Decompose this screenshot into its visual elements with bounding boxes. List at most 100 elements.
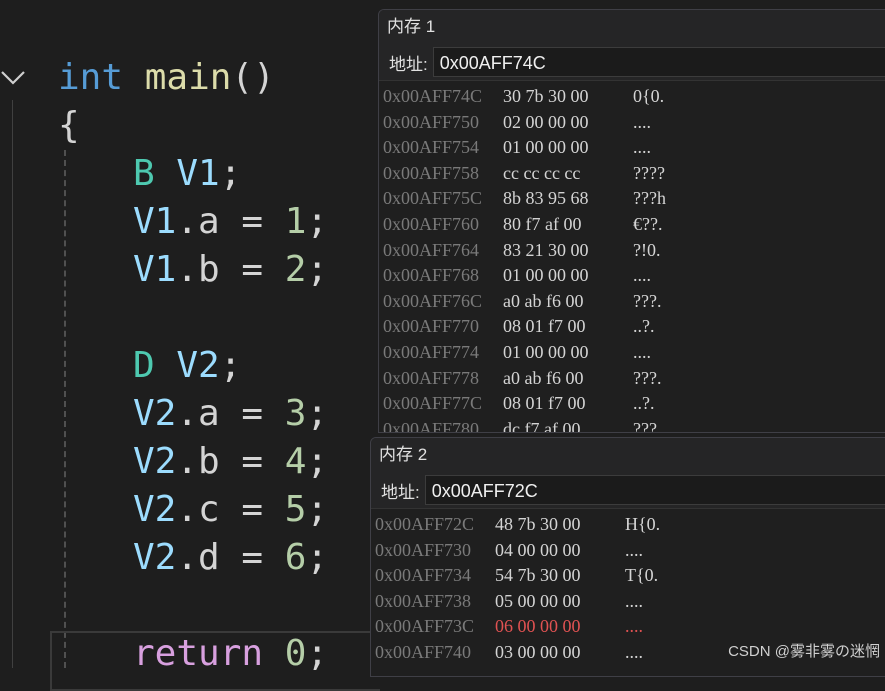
number-literal: 5	[284, 489, 307, 530]
memory-bytes: cc cc cc cc	[503, 162, 581, 183]
memory-address: 0x00AFF780	[383, 418, 480, 433]
memory-bytes: 8b 83 95 68	[503, 188, 589, 209]
code-line-v1a[interactable]: V1.a = 1;	[133, 198, 328, 246]
code-line-v2c[interactable]: V2.c = 5;	[133, 486, 328, 534]
memory-bytes: 03 00 00 00	[495, 641, 581, 662]
memory-row[interactable]: 0x00AFF738 05 00 00 00....	[371, 589, 885, 615]
indent-guide	[64, 150, 66, 668]
memory-bytes: 83 21 30 00	[503, 239, 589, 260]
member-assign: .b =	[176, 249, 285, 290]
code-line-v2d[interactable]: V2.d = 6;	[133, 534, 328, 582]
memory-row[interactable]: 0x00AFF768 01 00 00 00....	[379, 263, 885, 289]
member-assign: .b =	[176, 441, 285, 482]
memory-row[interactable]: 0x00AFF764 83 21 30 00 ?!0.	[379, 238, 885, 264]
memory-row[interactable]: 0x00AFF760 80 f7 af 00 €??.	[379, 212, 885, 238]
semicolon: ;	[306, 201, 329, 242]
variable-name: V1	[176, 153, 220, 194]
semicolon: ;	[306, 489, 329, 530]
memory-ascii: ????	[633, 162, 665, 183]
memory-ascii: ....	[633, 137, 651, 158]
memory-row[interactable]: 0x00AFF754 01 00 00 00....	[379, 135, 885, 161]
memory-ascii: ....	[625, 590, 643, 611]
memory-address: 0x00AFF754	[383, 137, 480, 158]
member-assign: .a =	[176, 393, 285, 434]
memory-ascii: €??.	[633, 213, 663, 234]
memory-bytes: 02 00 00 00	[503, 111, 589, 132]
memory-row[interactable]: 0x00AFF734 54 7b 30 00 T{0.	[371, 563, 885, 589]
memory-bytes: 01 00 00 00	[503, 265, 589, 286]
chevron-down-icon[interactable]	[0, 64, 28, 92]
memory-row[interactable]: 0x00AFF774 01 00 00 00....	[379, 340, 885, 366]
memory-address: 0x00AFF760	[383, 213, 480, 234]
address-label: 地址:	[389, 54, 428, 74]
memory-address: 0x00AFF764	[383, 239, 480, 260]
memory-ascii: ???.	[633, 418, 662, 433]
address-input[interactable]: 0x00AFF74C	[432, 47, 885, 77]
memory-row[interactable]: 0x00AFF74C 30 7b 30 00 0{0.	[379, 84, 885, 110]
code-line-return[interactable]: return 0;	[133, 630, 328, 678]
memory-address: 0x00AFF738	[375, 590, 472, 611]
memory-window-title: 内存 1	[379, 10, 885, 44]
memory-ascii: ???.	[633, 367, 662, 388]
semicolon: ;	[306, 393, 329, 434]
variable-name: V1	[133, 201, 177, 242]
memory-ascii: ?!0.	[633, 239, 661, 260]
variable-name: V2	[133, 537, 177, 578]
variable-name: V2	[133, 393, 177, 434]
memory-address: 0x00AFF740	[375, 641, 472, 662]
code-line-b-decl[interactable]: B V1;	[133, 150, 241, 198]
memory-bytes: 04 00 00 00	[495, 539, 581, 560]
memory-address: 0x00AFF758	[383, 162, 480, 183]
type-name: B	[133, 153, 155, 194]
memory-ascii: 0{0.	[633, 86, 665, 106]
memory-row[interactable]: 0x00AFF730 04 00 00 00....	[371, 538, 885, 564]
code-line-v1b[interactable]: V1.b = 2;	[133, 246, 328, 294]
code-line-v2b[interactable]: V2.b = 4;	[133, 438, 328, 486]
keyword-int: int	[58, 57, 124, 98]
memory-row[interactable]: 0x00AFF758 cc cc cc cc????	[379, 161, 885, 187]
semicolon: ;	[219, 345, 242, 386]
variable-name: V1	[133, 249, 177, 290]
memory-rows: 0x00AFF74C 30 7b 30 00 0{0. 0x00AFF750 02 00…	[379, 81, 885, 433]
memory-address: 0x00AFF72C	[375, 514, 475, 534]
memory-row[interactable]: 0x00AFF76C a0 ab f6 00???.	[379, 289, 885, 315]
number-literal: 1	[284, 201, 307, 242]
memory-row[interactable]: 0x00AFF778 a0 ab f6 00???.	[379, 366, 885, 392]
memory-row[interactable]: 0x00AFF72C 48 7b 30 00 H{0.	[371, 512, 885, 538]
code-line-main[interactable]: int main()	[58, 54, 275, 102]
memory-bytes: 80 f7 af 00	[503, 213, 582, 234]
address-bar: 地址: 0x00AFF74C	[379, 44, 885, 81]
memory-row[interactable]: 0x00AFF73C 06 00 00 00....	[371, 614, 885, 640]
memory-row[interactable]: 0x00AFF77C 08 01 f7 00..?.	[379, 391, 885, 417]
memory-address: 0x00AFF75C	[383, 188, 483, 209]
memory-ascii: ???h	[633, 188, 666, 209]
semicolon: ;	[306, 249, 329, 290]
memory-address: 0x00AFF77C	[383, 393, 483, 414]
memory-window-1[interactable]: 内存 1 地址: 0x00AFF74C 0x00AFF74C 30 7b 30 0…	[378, 9, 885, 433]
memory-row[interactable]: 0x00AFF75C 8b 83 95 68 ???h	[379, 186, 885, 212]
code-line-d-decl[interactable]: D V2;	[133, 342, 241, 390]
memory-window-title: 内存 2	[371, 438, 885, 472]
code-line-v2a[interactable]: V2.a = 3;	[133, 390, 328, 438]
memory-ascii: ....	[625, 539, 643, 560]
memory-row[interactable]: 0x00AFF770 08 01 f7 00..?.	[379, 314, 885, 340]
memory-ascii: ....	[633, 341, 651, 362]
address-input[interactable]: 0x00AFF72C	[424, 475, 885, 505]
memory-ascii: ???.	[633, 290, 662, 311]
memory-row[interactable]: 0x00AFF780 dc f7 af 00???.	[379, 417, 885, 433]
member-assign: .d =	[176, 537, 285, 578]
number-literal: 4	[284, 441, 307, 482]
semicolon: ;	[306, 537, 329, 578]
address-label: 地址:	[381, 482, 420, 502]
semicolon: ;	[219, 153, 242, 194]
memory-bytes: 08 01 f7 00	[503, 393, 586, 414]
memory-ascii: ..?.	[633, 316, 655, 337]
memory-row[interactable]: 0x00AFF750 02 00 00 00....	[379, 110, 885, 136]
memory-bytes: 54 7b 30 00	[495, 565, 581, 586]
memory-address: 0x00AFF750	[383, 111, 480, 132]
member-assign: .c =	[176, 489, 285, 530]
memory-bytes: dc f7 af 00	[503, 418, 581, 433]
type-name: D	[133, 345, 155, 386]
memory-address: 0x00AFF730	[375, 539, 472, 560]
code-line-brace[interactable]: {	[58, 102, 80, 150]
